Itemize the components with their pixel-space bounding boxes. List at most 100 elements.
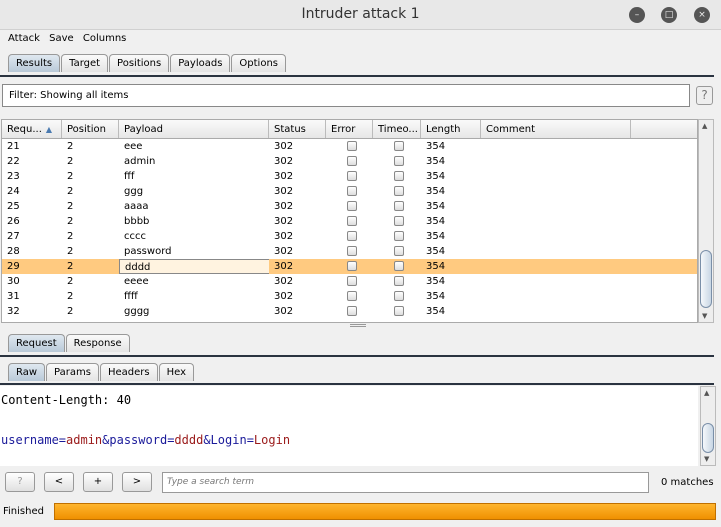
- table-row[interactable]: 22 2 admin 302 354: [2, 154, 697, 169]
- checkbox[interactable]: [394, 186, 404, 196]
- scroll-thumb[interactable]: [700, 250, 712, 308]
- table-cell: [326, 289, 373, 304]
- checkbox[interactable]: [347, 186, 357, 196]
- table-cell: 302: [274, 201, 294, 212]
- body-token: dddd: [174, 433, 204, 447]
- scroll-down-icon[interactable]: ▼: [704, 455, 709, 463]
- column-header[interactable]: Position: [62, 120, 119, 138]
- request-editor[interactable]: Content-Length: 40 username=admin&passwo…: [0, 386, 698, 466]
- checkbox[interactable]: [394, 246, 404, 256]
- table-cell: 302: [274, 291, 294, 302]
- help-button[interactable]: ?: [696, 86, 713, 105]
- table-cell: [481, 304, 631, 319]
- checkbox[interactable]: [347, 306, 357, 316]
- tab-positions[interactable]: Positions: [109, 54, 170, 72]
- scroll-up-icon[interactable]: ▲: [704, 389, 709, 397]
- checkbox[interactable]: [394, 231, 404, 241]
- table-cell: 2: [67, 186, 74, 197]
- tab-response[interactable]: Response: [65, 334, 130, 352]
- tab-options[interactable]: Options: [231, 54, 287, 72]
- table-row[interactable]: 25 2 aaaa 302 354: [2, 199, 697, 214]
- column-header[interactable]: Status: [269, 120, 326, 138]
- table-row[interactable]: 30 2 eeee 302 354: [2, 274, 697, 289]
- menu-attack[interactable]: Attack: [8, 33, 40, 44]
- close-icon[interactable]: ×: [694, 7, 710, 23]
- table-cell: [481, 139, 631, 154]
- checkbox[interactable]: [347, 246, 357, 256]
- column-header[interactable]: Payload: [119, 120, 269, 138]
- table-row[interactable]: 26 2 bbbb 302 354: [2, 214, 697, 229]
- split-handle[interactable]: [350, 324, 366, 327]
- tab-raw[interactable]: Raw: [8, 363, 46, 381]
- checkbox[interactable]: [347, 261, 357, 271]
- checkbox[interactable]: [347, 216, 357, 226]
- checkbox[interactable]: [394, 156, 404, 166]
- checkbox[interactable]: [394, 216, 404, 226]
- checkbox[interactable]: [347, 201, 357, 211]
- tab-headers[interactable]: Headers: [99, 363, 158, 381]
- tab-results[interactable]: Results: [8, 54, 61, 72]
- checkbox[interactable]: [394, 261, 404, 271]
- menu-save[interactable]: Save: [49, 33, 74, 44]
- table-row[interactable]: 21 2 eee 302 354: [2, 139, 697, 154]
- column-header[interactable]: Length: [421, 120, 481, 138]
- checkbox[interactable]: [394, 291, 404, 301]
- scroll-thumb[interactable]: [702, 423, 714, 453]
- tab-target[interactable]: Target: [61, 54, 109, 72]
- tab-request[interactable]: Request: [8, 334, 65, 352]
- checkbox[interactable]: [394, 171, 404, 181]
- minimize-icon[interactable]: –: [629, 7, 645, 23]
- table-cell: eeee: [124, 276, 149, 287]
- table-cell: 302: [274, 261, 294, 272]
- table-cell: [326, 259, 373, 274]
- body-token: admin: [66, 433, 103, 447]
- column-header[interactable]: Requ... ▲: [2, 120, 62, 138]
- body-token: =: [246, 433, 254, 447]
- table-cell: 302: [274, 246, 294, 257]
- checkbox[interactable]: [394, 201, 404, 211]
- table-row[interactable]: 32 2 gggg 302 354: [2, 304, 697, 319]
- filter-bar[interactable]: Filter: Showing all items: [2, 84, 690, 107]
- results-scrollbar[interactable]: ▲ ▼: [698, 119, 714, 323]
- column-header[interactable]: Comment: [481, 120, 631, 138]
- checkbox[interactable]: [347, 141, 357, 151]
- maximize-icon[interactable]: □: [661, 7, 677, 23]
- column-header[interactable]: Timeo...: [373, 120, 421, 138]
- table-cell: 302: [274, 156, 294, 167]
- table-row[interactable]: 29 2 dddd 302 354: [2, 259, 697, 274]
- table-cell: [326, 214, 373, 229]
- table-cell: 27: [7, 231, 20, 242]
- checkbox[interactable]: [347, 231, 357, 241]
- tab-params[interactable]: Params: [46, 363, 99, 381]
- scroll-up-icon[interactable]: ▲: [702, 122, 707, 130]
- checkbox[interactable]: [347, 276, 357, 286]
- checkbox[interactable]: [347, 171, 357, 181]
- column-header[interactable]: Error: [326, 120, 373, 138]
- table-row[interactable]: 23 2 fff 302 354: [2, 169, 697, 184]
- table-row[interactable]: 31 2 ffff 302 354: [2, 289, 697, 304]
- checkbox[interactable]: [394, 276, 404, 286]
- tab-hex[interactable]: Hex: [158, 363, 194, 381]
- table-cell: 24: [7, 186, 20, 197]
- tab-payloads[interactable]: Payloads: [170, 54, 231, 72]
- table-row[interactable]: 28 2 password 302 354: [2, 244, 697, 259]
- table-cell: [373, 244, 421, 259]
- checkbox[interactable]: [347, 156, 357, 166]
- menu-columns[interactable]: Columns: [83, 33, 127, 44]
- checkbox[interactable]: [394, 306, 404, 316]
- checkbox[interactable]: [394, 141, 404, 151]
- editor-scrollbar[interactable]: ▲ ▼: [700, 386, 716, 466]
- table-cell: 32: [7, 306, 20, 317]
- table-cell: 354: [426, 276, 446, 287]
- checkbox[interactable]: [347, 291, 357, 301]
- search-next-button[interactable]: >: [122, 472, 152, 492]
- search-help-button[interactable]: ?: [5, 472, 35, 492]
- search-add-button[interactable]: +: [83, 472, 113, 492]
- table-cell: 354: [426, 186, 446, 197]
- search-input[interactable]: Type a search term: [162, 472, 649, 493]
- table-cell: [373, 259, 421, 274]
- table-row[interactable]: 27 2 cccc 302 354: [2, 229, 697, 244]
- search-prev-button[interactable]: <: [44, 472, 74, 492]
- scroll-down-icon[interactable]: ▼: [702, 312, 707, 320]
- table-row[interactable]: 24 2 ggg 302 354: [2, 184, 697, 199]
